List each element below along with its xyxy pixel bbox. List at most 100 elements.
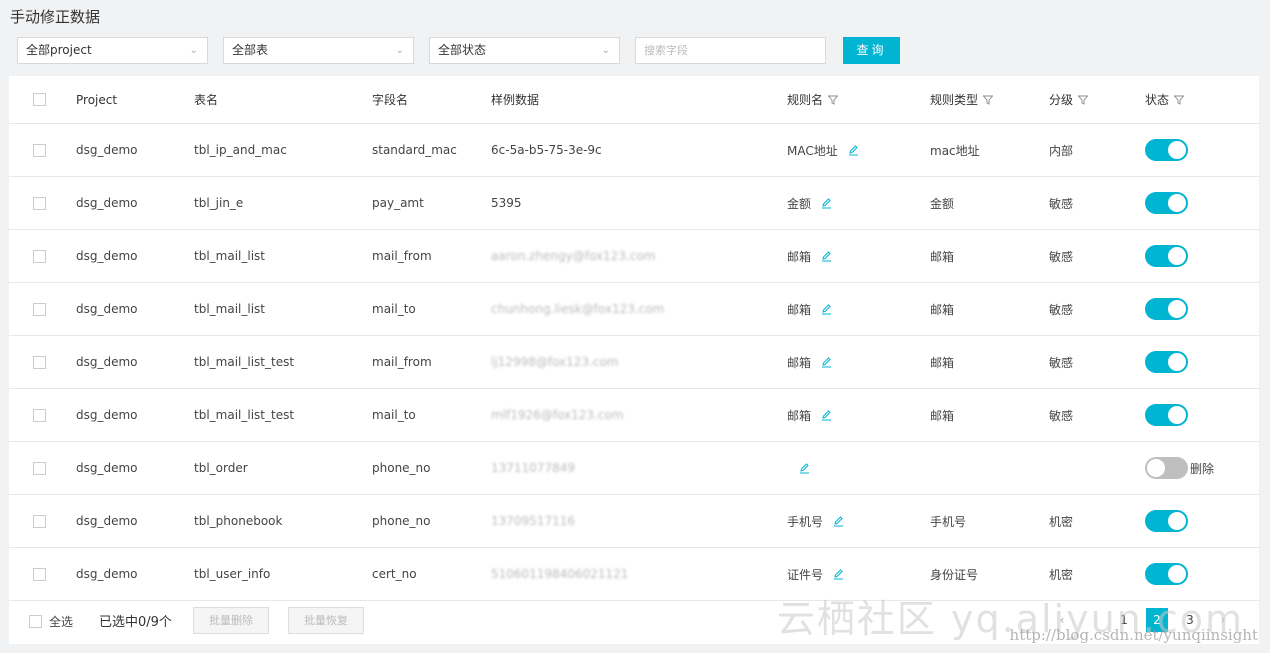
cell-project: dsg_demo — [76, 196, 138, 210]
cell-project: dsg_demo — [76, 514, 138, 528]
toggle-knob — [1168, 300, 1186, 318]
status-toggle[interactable] — [1145, 298, 1188, 320]
cell-rule-type: 身份证号 — [930, 567, 979, 582]
cell-level: 敏感 — [1049, 355, 1074, 370]
cell-field: mail_to — [372, 408, 416, 422]
edit-icon[interactable] — [821, 250, 832, 262]
chevron-down-icon: ⌄ — [601, 45, 610, 56]
cell-table: tbl_ip_and_mac — [194, 143, 287, 157]
table-select[interactable]: 全部表 ⌄ — [223, 37, 414, 64]
select-all-checkbox[interactable] — [33, 93, 46, 106]
row-checkbox[interactable] — [33, 461, 46, 475]
select-all-label: 全选 — [49, 615, 74, 629]
status-toggle[interactable] — [1145, 245, 1188, 267]
row-checkbox[interactable] — [33, 143, 46, 157]
filter-icon[interactable] — [1174, 95, 1185, 105]
status-note: 删除 — [1190, 461, 1215, 476]
row-checkbox[interactable] — [33, 249, 46, 263]
cell-project: dsg_demo — [76, 143, 138, 157]
edit-icon[interactable] — [799, 462, 810, 474]
search-input[interactable] — [635, 37, 826, 64]
batch-restore-button[interactable]: 批量恢复 — [288, 607, 364, 634]
edit-icon[interactable] — [821, 303, 832, 315]
header-rule-type-cell: 规则类型 — [930, 76, 994, 123]
prev-page-button[interactable]: ‹ — [1051, 608, 1073, 632]
page-button[interactable]: 3 — [1179, 608, 1201, 632]
header-status: 状态 — [1145, 93, 1170, 107]
table-row: dsg_demo tbl_user_info cert_no 510601198406… — [9, 548, 1259, 601]
data-table: Project 表名 字段名 样例数据 规则名 规则类型 分级 状态 dsg_d… — [9, 76, 1259, 644]
cell-level: 敏感 — [1049, 302, 1074, 317]
edit-icon[interactable] — [821, 197, 832, 209]
table-select-value: 全部表 — [232, 43, 269, 57]
query-button[interactable]: 查询 — [843, 37, 900, 64]
cell-sample: mlf1926@fox123.com — [491, 408, 624, 422]
edit-icon[interactable] — [821, 356, 832, 368]
footer-select-all-checkbox[interactable] — [29, 615, 42, 628]
row-checkbox[interactable] — [33, 567, 46, 581]
status-toggle[interactable] — [1145, 139, 1188, 161]
header-rule-name-cell: 规则名 — [787, 76, 839, 123]
table-row: dsg_demo tbl_order phone_no 13711077849 删除 — [9, 442, 1259, 495]
status-toggle[interactable] — [1145, 351, 1188, 373]
table-row: dsg_demo tbl_mail_list mail_to chunhong.lie… — [9, 283, 1259, 336]
cell-rule-type: 邮箱 — [930, 408, 955, 423]
cell-sample: 5395 — [491, 196, 522, 210]
edit-icon[interactable] — [821, 409, 832, 421]
cell-project: dsg_demo — [76, 567, 138, 581]
cell-sample: 13709517116 — [491, 514, 575, 528]
row-checkbox[interactable] — [33, 302, 46, 316]
page-title: 手动修正数据 — [10, 8, 101, 26]
cell-field: mail_from — [372, 249, 432, 263]
rule-name-text: 金额 — [787, 196, 812, 211]
cell-table: tbl_order — [194, 461, 248, 475]
header-sample: 样例数据 — [491, 93, 540, 107]
rule-name-text: 邮箱 — [787, 355, 812, 370]
rule-name-text: 邮箱 — [787, 408, 812, 423]
page-button[interactable]: 1 — [1113, 608, 1135, 632]
status-toggle[interactable] — [1145, 563, 1188, 585]
cell-field: phone_no — [372, 461, 431, 475]
cell-table: tbl_jin_e — [194, 196, 244, 210]
row-checkbox[interactable] — [33, 408, 46, 422]
cell-rule-type: 邮箱 — [930, 302, 955, 317]
batch-delete-button[interactable]: 批量删除 — [193, 607, 269, 634]
row-checkbox[interactable] — [33, 196, 46, 210]
status-toggle[interactable] — [1145, 457, 1188, 479]
header-status-cell: 状态 — [1145, 76, 1185, 123]
cell-table: tbl_mail_list — [194, 302, 265, 316]
cell-sample: 510601198406021121 — [491, 567, 629, 581]
table-row: dsg_demo tbl_mail_list_test mail_to mlf1926… — [9, 389, 1259, 442]
row-checkbox[interactable] — [33, 355, 46, 369]
header-rule-type: 规则类型 — [930, 93, 979, 107]
filter-icon[interactable] — [1078, 95, 1089, 105]
project-select[interactable]: 全部project ⌄ — [17, 37, 208, 64]
edit-icon[interactable] — [848, 144, 859, 156]
table-row: dsg_demo tbl_phonebook phone_no 13709517116… — [9, 495, 1259, 548]
status-toggle[interactable] — [1145, 404, 1188, 426]
status-toggle[interactable] — [1145, 192, 1188, 214]
row-checkbox[interactable] — [33, 514, 46, 528]
cell-status — [1145, 124, 1190, 176]
next-page-button[interactable]: › — [1212, 608, 1234, 632]
cell-status — [1145, 336, 1190, 388]
table-header: Project 表名 字段名 样例数据 规则名 规则类型 分级 状态 — [9, 76, 1259, 124]
cell-field: mail_from — [372, 355, 432, 369]
cell-rule-name: 金额 — [787, 177, 832, 229]
header-checkbox-cell — [33, 76, 46, 123]
edit-icon[interactable] — [833, 515, 844, 527]
cell-sample: aaron.zhengy@fox123.com — [491, 249, 656, 263]
filter-icon[interactable] — [983, 95, 994, 105]
status-toggle[interactable] — [1145, 510, 1188, 532]
filter-icon[interactable] — [828, 95, 839, 105]
row-checkbox-cell — [33, 336, 46, 388]
cell-level: 敏感 — [1049, 196, 1074, 211]
edit-icon[interactable] — [833, 568, 844, 580]
cell-rule-name: 邮箱 — [787, 389, 832, 441]
page-button-active[interactable]: 2 — [1146, 608, 1168, 632]
row-checkbox-cell — [33, 283, 46, 335]
status-select[interactable]: 全部状态 ⌄ — [429, 37, 620, 64]
cell-level: 敏感 — [1049, 408, 1074, 423]
rule-name-text: 邮箱 — [787, 302, 812, 317]
cell-status — [1145, 283, 1190, 335]
